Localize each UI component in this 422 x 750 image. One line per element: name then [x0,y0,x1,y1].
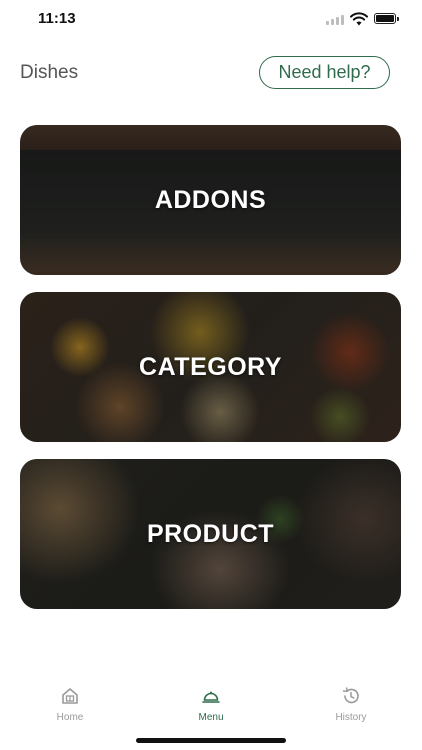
tab-history-label: History [335,712,367,723]
tab-home-label: Home [56,712,84,723]
tab-menu[interactable]: Menu [171,686,251,723]
product-card-label: PRODUCT [146,519,275,548]
home-indicator [136,738,286,743]
tab-menu-label: Menu [198,712,224,723]
addons-card[interactable]: ADDONS [20,125,401,275]
need-help-button[interactable]: Need help? [259,56,390,89]
status-bar: 11:13 [0,0,422,40]
cellular-signal-icon [326,15,346,25]
tab-home[interactable]: Home [30,686,110,723]
home-icon [62,688,78,704]
status-time: 11:13 [38,10,76,27]
cloche-icon [202,691,220,703]
page-title: Dishes [20,62,79,83]
history-icon [342,687,359,704]
category-card-label: CATEGORY [139,352,282,381]
category-card[interactable]: CATEGORY [20,292,401,442]
product-card[interactable]: PRODUCT [20,459,401,609]
battery-icon [374,13,399,24]
tab-history[interactable]: History [311,686,391,723]
addons-card-label: ADDONS [154,185,267,214]
wifi-icon [350,12,368,26]
